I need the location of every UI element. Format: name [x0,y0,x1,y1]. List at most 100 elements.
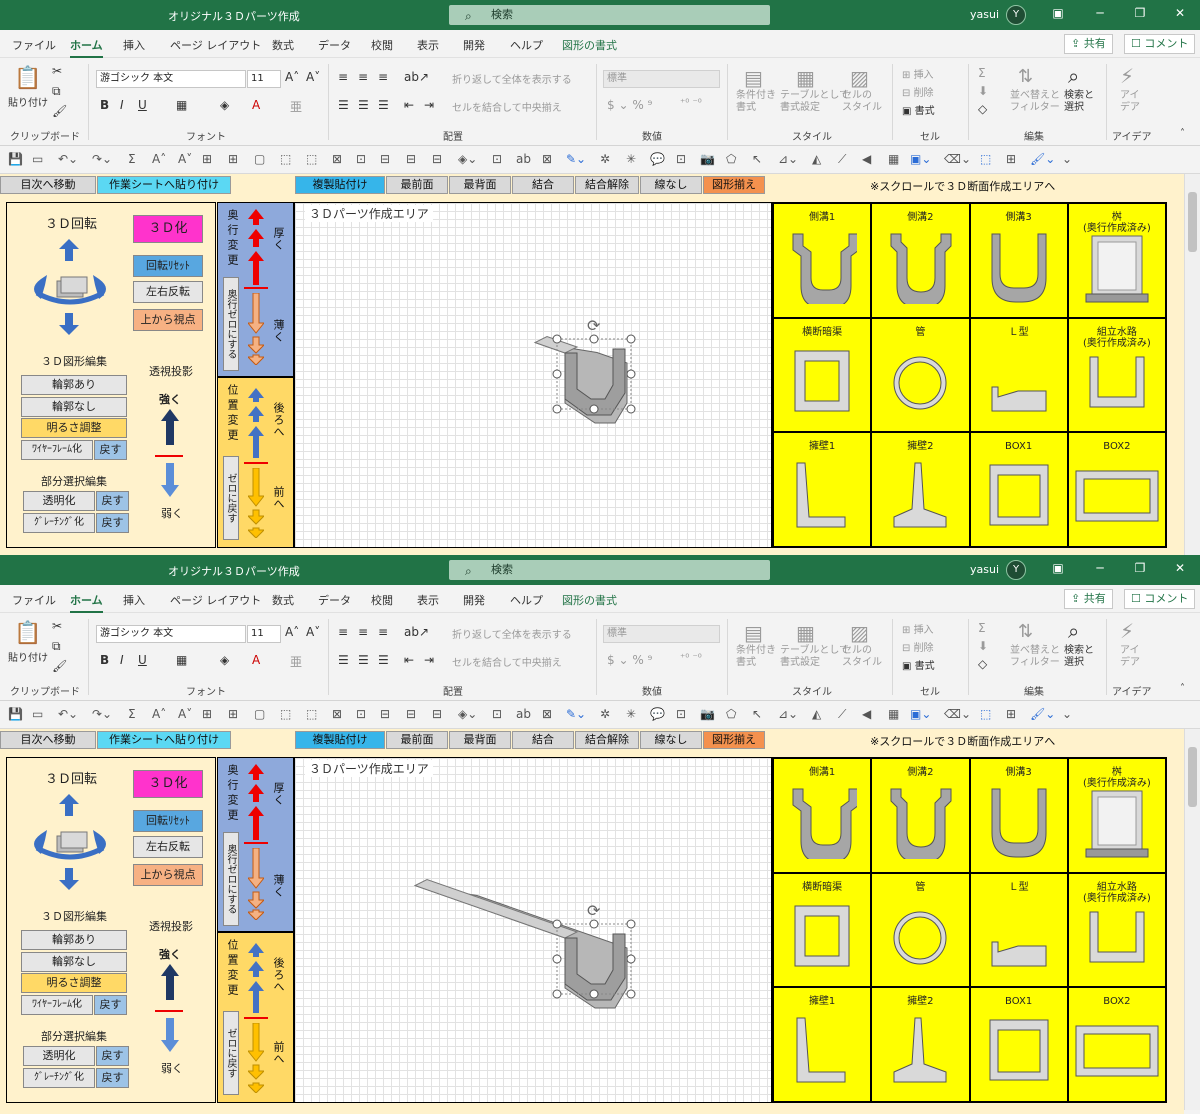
merge-center-button[interactable]: セルを結合して中央揃え [452,654,562,669]
line-style-icon[interactable]: ⟋ [838,707,846,722]
tab-insert[interactable]: 挿入 [123,37,145,53]
format-table-label[interactable]: テーブルとして 書式設定 [780,90,849,114]
avatar[interactable]: Y [1006,560,1026,580]
italic-icon[interactable]: I [120,98,124,112]
split-icon[interactable]: ⊟ [380,152,390,166]
tab-data[interactable]: データ [318,592,351,608]
tab-review[interactable]: 校閲 [371,592,393,608]
outline-off-button[interactable]: 輪郭なし [21,397,127,417]
border-all-icon[interactable]: ⊞ [202,707,212,721]
font-name-select[interactable]: 游ゴシック 本文 [96,70,246,88]
eraser-icon[interactable]: ⌫⌄ [944,152,971,166]
find-select-label[interactable]: 検索と 選択 [1064,90,1094,114]
ungroup-button[interactable]: 結合解除 [575,176,639,194]
sort-filter-label[interactable]: 並べ替えと フィルター [1010,645,1060,669]
freeform-icon[interactable]: ⬠ [726,152,736,166]
underline-icon[interactable]: U [138,98,147,112]
tab-formulas[interactable]: 数式 [272,592,294,608]
wrap-text-button[interactable]: 折り返して全体を表示する [452,626,572,641]
conditional-format-icon[interactable]: ▤ [744,621,763,645]
perspective-weak[interactable]: 弱く [161,1060,183,1076]
dup-paste-button[interactable]: 複製貼付け [295,731,385,749]
resize-handle[interactable] [626,919,636,929]
tab-help[interactable]: ヘルプ [510,37,543,53]
palette-box1[interactable]: BOX1 [970,988,1067,1101]
comment-button[interactable]: ☐ コメント [1124,589,1196,609]
make-3d-button[interactable]: ３Ｄ化 [133,770,203,798]
ideas-label[interactable]: アイ デア [1120,645,1140,669]
tab-help[interactable]: ヘルプ [510,592,543,608]
paste-to-work-button[interactable]: 作業シートへ貼り付け [97,731,231,749]
make-3d-button[interactable]: ３Ｄ化 [133,215,203,243]
tab-home[interactable]: ホーム [70,592,103,613]
font-size-select[interactable]: 11 [247,625,281,643]
transform-icon[interactable]: ✲ [600,152,610,166]
fill-color-icon[interactable]: ◈ [220,98,229,112]
autosum-icon[interactable]: Σ [978,621,986,635]
palette-gutter2[interactable]: 側溝2 [872,759,969,872]
perspective-down-icon[interactable] [161,1018,179,1052]
align-center-icon[interactable]: ☰ [358,653,369,667]
rotate-handle-icon[interactable]: ⟳ [587,901,601,920]
palette-pipe[interactable]: 管 [872,873,969,987]
group-button[interactable]: 結合 [512,176,574,194]
comment-shape-icon[interactable]: 💬 [650,707,665,721]
border-top-icon[interactable]: ⬚ [306,707,317,721]
transparent-button[interactable]: 透明化 [23,1046,95,1066]
copy-icon[interactable]: ⧉ [52,639,61,654]
number-format-select[interactable]: 標準 [603,625,720,643]
format-table-icon[interactable]: ▦ [796,621,815,645]
format-table-icon[interactable]: ▦ [796,66,815,90]
decimal-icons[interactable]: ⁺⁰ ⁻⁰ [680,98,702,109]
orientation-icon[interactable]: ab↗ [404,70,429,84]
border-grid-icon[interactable]: ⊞ [228,152,238,166]
wireframe-button[interactable]: ﾜｲﾔｰﾌﾚｰﾑ化 [21,995,93,1015]
shrink-font-icon[interactable]: A˅ [306,625,320,639]
conditional-format-label[interactable]: 条件付き 書式 [736,90,776,114]
send-back-button[interactable]: 最背面 [449,731,511,749]
resize-handle[interactable] [552,369,562,379]
palette-gutter1[interactable]: 側溝1 [774,759,871,872]
cell-style-icon[interactable]: ▨ [850,621,869,645]
tab-view[interactable]: 表示 [417,592,439,608]
dup-paste-button[interactable]: 複製貼付け [295,176,385,194]
clear-icon[interactable]: ◇ [978,102,987,116]
comment-shape-icon[interactable]: 💬 [650,152,665,166]
transparent-undo-button[interactable]: 戻す [96,491,129,511]
palette-gutter3[interactable]: 側溝3 [970,204,1067,317]
paste-label[interactable]: 貼り付け [8,649,48,664]
wrap-text-button[interactable]: 折り返して全体を表示する [452,71,572,86]
freeform-icon[interactable]: ⬠ [726,707,736,721]
cell-style-label[interactable]: セルの スタイル [842,645,882,669]
outline-off-button[interactable]: 輪郭なし [21,952,127,972]
border-thick-icon[interactable]: ⊠ [332,707,342,721]
perspective-strong[interactable]: 強く [159,391,181,407]
crop-shape-icon[interactable]: ⊡ [676,707,686,721]
palette-culvert[interactable]: 横断暗渠 [774,318,871,432]
crop-icon[interactable]: ⊡ [492,152,502,166]
wireframe-undo-button[interactable]: 戻す [94,995,127,1015]
avatar[interactable]: Y [1006,5,1026,25]
merge-center-button[interactable]: セルを結合して中央揃え [452,99,562,114]
paste-label[interactable]: 貼り付け [8,94,48,109]
color-picker-icon[interactable]: ▣⌄ [910,152,931,166]
save-icon[interactable]: 💾 [8,707,23,721]
shape-align-icon[interactable]: ⊟ [406,152,416,166]
resize-handle[interactable] [589,334,599,344]
rotate-3d-icon[interactable]: ⊿⌄ [778,707,798,721]
depth-decrease-icon[interactable] [248,848,264,920]
palette-culvert[interactable]: 横断暗渠 [774,873,871,987]
align-right-icon[interactable]: ☰ [378,98,389,112]
close-icon[interactable]: ✕ [1170,6,1190,20]
grating-undo-button[interactable]: 戻す [96,1068,129,1088]
shape-distribute-icon[interactable]: ⊟ [432,152,442,166]
ideas-icon[interactable]: ⚡ [1120,64,1134,88]
resize-handle[interactable] [626,404,636,414]
align-shapes-button[interactable]: 図形揃え [703,731,765,749]
format-table-label[interactable]: テーブルとして 書式設定 [780,645,849,669]
resize-handle[interactable] [626,954,636,964]
resize-handle[interactable] [552,919,562,929]
tab-file[interactable]: ファイル [12,592,56,608]
wireframe-undo-button[interactable]: 戻す [94,440,127,460]
calc-icon[interactable]: ▦ [888,152,899,166]
